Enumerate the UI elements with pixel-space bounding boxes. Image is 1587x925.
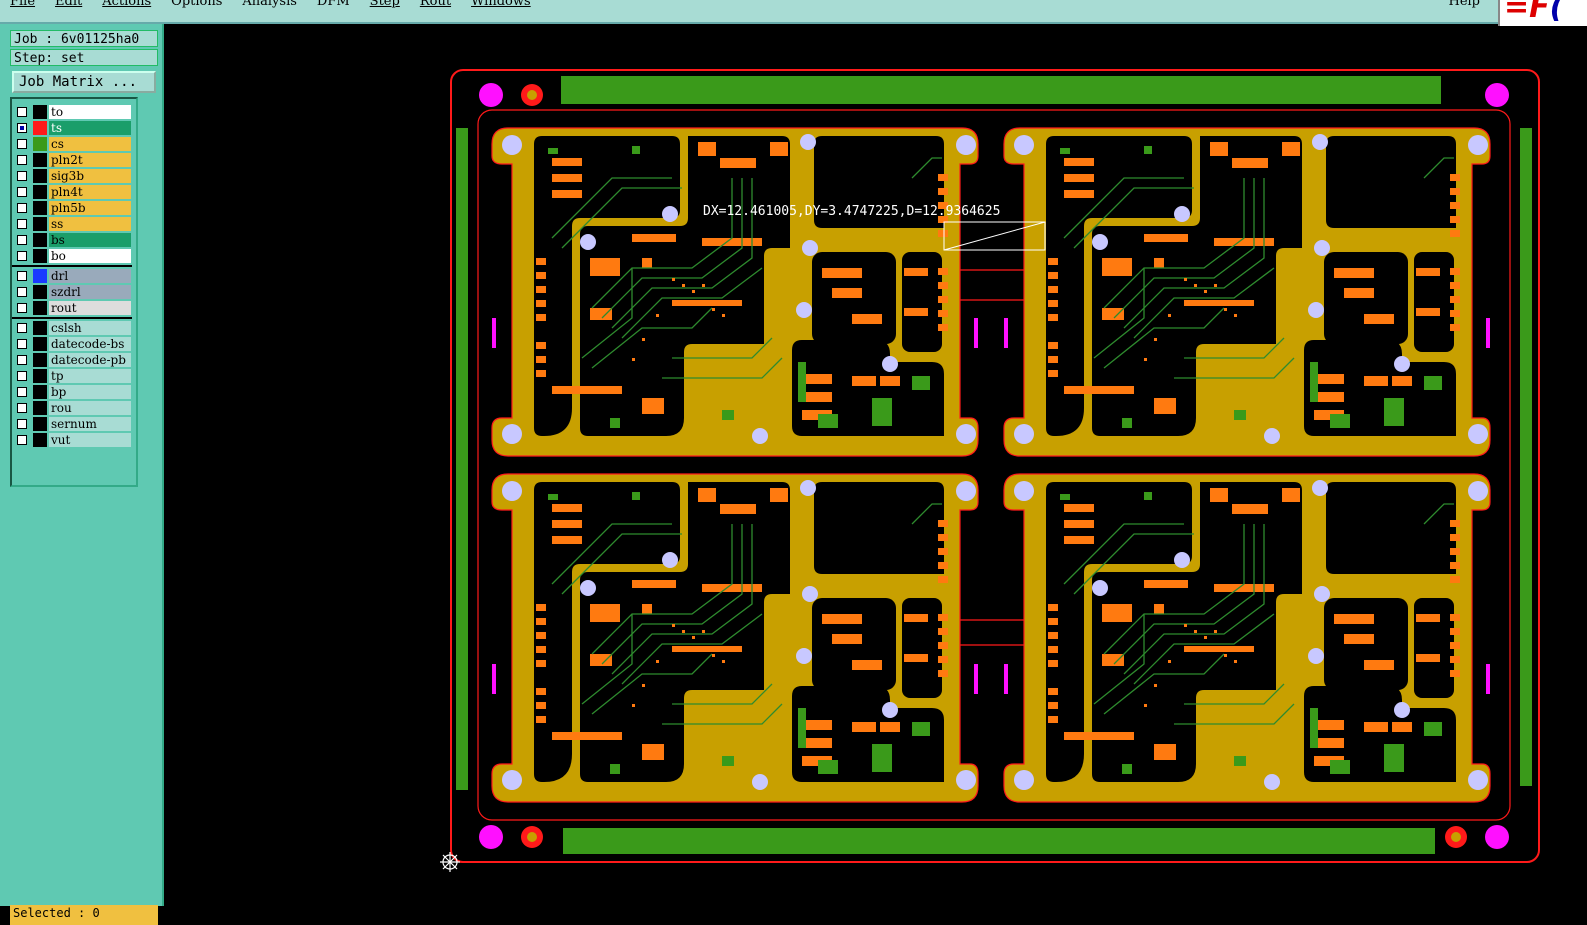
pcb-image-top-left[interactable]	[491, 127, 979, 457]
layer-row-ss[interactable]: ss	[14, 217, 132, 231]
pcb-image-bottom-left[interactable]	[491, 473, 979, 803]
menu-windows[interactable]: Windows	[461, 0, 541, 9]
layer-checkbox[interactable]	[17, 339, 27, 349]
menu-bar: File Edit Actions Options Analysis DFM S…	[0, 0, 1498, 24]
layer-checkbox[interactable]	[17, 419, 27, 429]
pcb-image-top-right[interactable]	[1003, 127, 1491, 457]
panel-rail-right	[1520, 128, 1532, 786]
layer-row-bo[interactable]: bo	[14, 249, 132, 263]
measurement-readout: DX=12.461005,DY=3.4747225,D=12.9364625	[703, 204, 1001, 219]
left-panel: Job : 6v01125ha0 Step: set Job Matrix ..…	[0, 24, 164, 925]
layer-checkbox[interactable]	[17, 171, 27, 181]
layer-row-bp[interactable]: bp	[14, 385, 132, 399]
panel-rail-left	[456, 128, 468, 790]
layer-row-sernum[interactable]: sernum	[14, 417, 132, 431]
layer-list: to ts cs pln2t sig3b pln4t pln5b ss bs b…	[10, 97, 138, 487]
selected-count: Selected : 0	[10, 905, 158, 925]
layer-checkbox[interactable]	[17, 303, 27, 313]
app-logo: =F(	[1498, 0, 1587, 26]
layer-row-to[interactable]: to	[14, 105, 132, 119]
layer-row-tp[interactable]: tp	[14, 369, 132, 383]
menu-actions[interactable]: Actions	[92, 0, 161, 9]
fiducial-icon	[479, 825, 503, 849]
layer-row-sig3b[interactable]: sig3b	[14, 169, 132, 183]
layer-checkbox[interactable]	[17, 235, 27, 245]
layer-row-drl[interactable]: drl	[14, 269, 132, 283]
layer-checkbox[interactable]	[17, 251, 27, 261]
menu-step[interactable]: Step	[360, 0, 410, 9]
layer-checkbox[interactable]	[17, 323, 27, 333]
layer-separator	[12, 265, 132, 267]
menu-rout[interactable]: Rout	[410, 0, 461, 9]
layer-row-datecode-bs[interactable]: datecode-bs	[14, 337, 132, 351]
layer-checkbox[interactable]	[17, 203, 27, 213]
graphic-canvas[interactable]	[164, 24, 1587, 906]
origin-crosshair-icon	[440, 852, 460, 872]
layer-checkbox[interactable]	[17, 435, 27, 445]
layer-row-rou[interactable]: rou	[14, 401, 132, 415]
menu-help[interactable]: Help	[1438, 0, 1498, 9]
fiducial-icon	[479, 83, 503, 107]
layer-checkbox[interactable]	[17, 387, 27, 397]
pcb-image-bottom-right[interactable]	[1003, 473, 1491, 803]
layer-checkbox[interactable]	[17, 287, 27, 297]
layer-checkbox[interactable]	[17, 123, 27, 133]
menu-analysis[interactable]: Analysis	[232, 0, 307, 9]
layer-row-bs[interactable]: bs	[14, 233, 132, 247]
layer-row-cs[interactable]: cs	[14, 137, 132, 151]
layer-row-vut[interactable]: vut	[14, 433, 132, 447]
panel-rail-bottom	[563, 828, 1435, 854]
menu-file[interactable]: File	[0, 0, 45, 9]
layer-row-datecode-pb[interactable]: datecode-pb	[14, 353, 132, 367]
layer-row-pln2t[interactable]: pln2t	[14, 153, 132, 167]
panel-rail-top	[561, 76, 1441, 104]
fiducial-icon	[1485, 825, 1509, 849]
layer-checkbox[interactable]	[17, 371, 27, 381]
layer-row-cslsh[interactable]: cslsh	[14, 321, 132, 335]
layer-checkbox[interactable]	[17, 219, 27, 229]
layer-checkbox[interactable]	[17, 403, 27, 413]
layer-row-szdrl[interactable]: szdrl	[14, 285, 132, 299]
layer-row-pln4t[interactable]: pln4t	[14, 185, 132, 199]
layer-checkbox[interactable]	[17, 187, 27, 197]
menu-edit[interactable]: Edit	[45, 0, 92, 9]
layer-separator	[12, 317, 132, 319]
menu-options[interactable]: Options	[161, 0, 232, 9]
layer-checkbox[interactable]	[17, 107, 27, 117]
job-matrix-button[interactable]: Job Matrix ...	[12, 71, 156, 93]
menu-dfm[interactable]: DFM	[307, 0, 360, 9]
layer-row-rout[interactable]: rout	[14, 301, 132, 315]
fiducial-icon	[1485, 83, 1509, 107]
layer-checkbox[interactable]	[17, 139, 27, 149]
layer-checkbox[interactable]	[17, 155, 27, 165]
job-name: Job : 6v01125ha0	[10, 30, 158, 47]
layer-row-ts[interactable]: ts	[14, 121, 132, 135]
step-name: Step: set	[10, 49, 158, 66]
layer-checkbox[interactable]	[17, 355, 27, 365]
layer-checkbox[interactable]	[17, 271, 27, 281]
layer-row-pln5b[interactable]: pln5b	[14, 201, 132, 215]
